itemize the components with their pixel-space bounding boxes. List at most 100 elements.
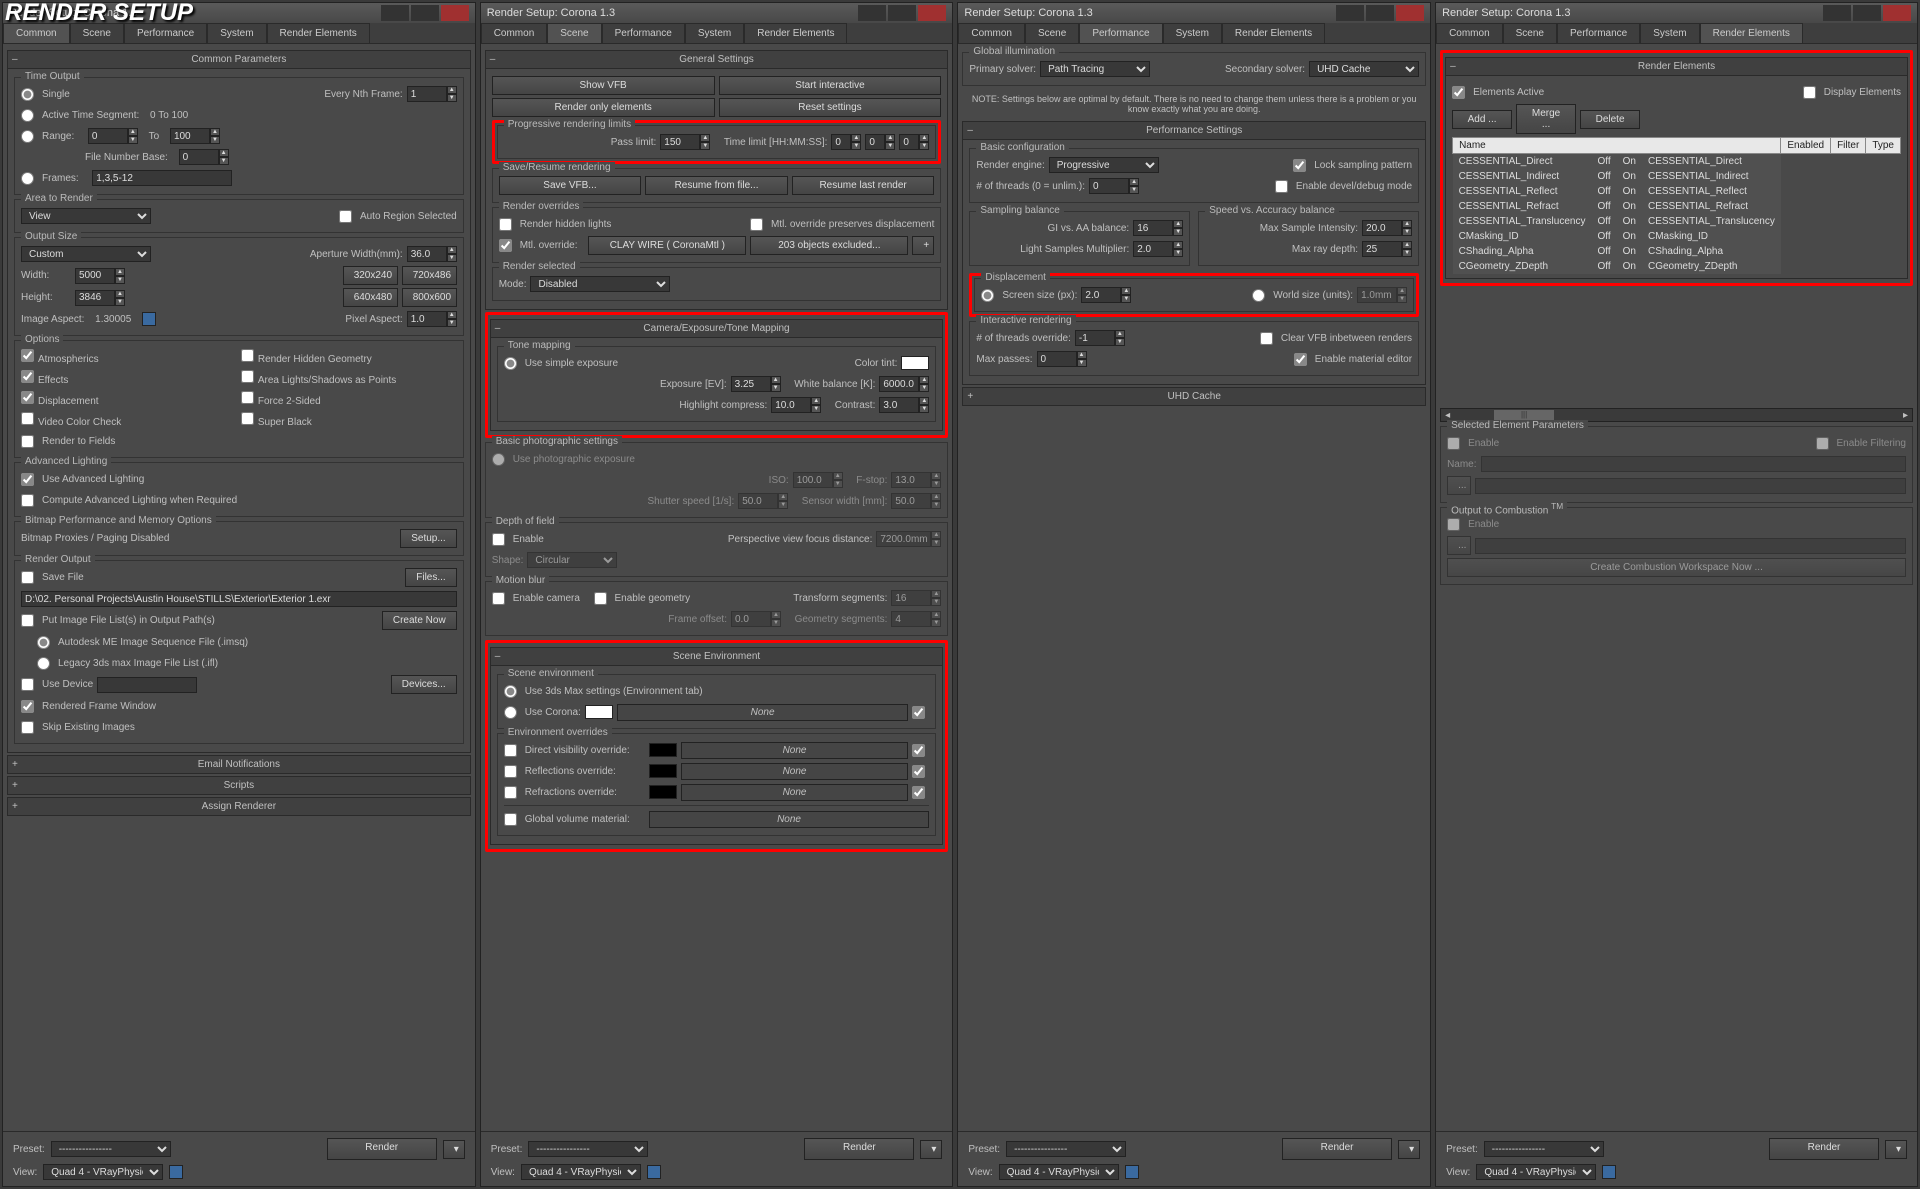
perspective-focus-spinner[interactable]: ▲▼ xyxy=(876,531,941,547)
use-max-env-radio[interactable] xyxy=(504,685,517,698)
auto-region-checkbox[interactable] xyxy=(339,210,352,223)
preset-select[interactable]: ---------------- xyxy=(1006,1141,1126,1157)
maximize-icon[interactable] xyxy=(411,5,439,21)
view-select[interactable]: Quad 4 - VRayPhysic xyxy=(1476,1164,1596,1180)
highlight-compress-spinner[interactable]: ▲▼ xyxy=(771,397,821,413)
files-button[interactable]: Files... xyxy=(405,568,456,587)
close-icon[interactable] xyxy=(1396,5,1424,21)
preset-640x480[interactable]: 640x480 xyxy=(343,288,398,307)
tab-common[interactable]: Common xyxy=(3,23,70,43)
direct-override-checkbox[interactable] xyxy=(504,744,517,757)
merge-button[interactable]: Merge ... xyxy=(1516,104,1576,134)
tab-scene[interactable]: Scene xyxy=(1025,23,1079,43)
direct-map[interactable]: None xyxy=(681,742,909,759)
maximize-icon[interactable] xyxy=(1366,5,1394,21)
elements-active-checkbox[interactable] xyxy=(1452,86,1465,99)
camera-exposure-header[interactable]: –Camera/Exposure/Tone Mapping xyxy=(490,319,944,338)
radio-legacy-ifl[interactable] xyxy=(37,657,50,670)
reflect-map-enable[interactable] xyxy=(912,765,925,778)
sensor-spinner[interactable]: ▲▼ xyxy=(891,493,941,509)
resume-from-file-button[interactable]: Resume from file... xyxy=(645,176,788,195)
corona-env-enable[interactable] xyxy=(912,706,925,719)
combustion-path-input[interactable] xyxy=(1475,538,1906,554)
lock-icon[interactable] xyxy=(1125,1165,1139,1179)
lock-icon[interactable] xyxy=(647,1165,661,1179)
render-elements-header[interactable]: –Render Elements xyxy=(1445,57,1908,76)
table-row[interactable]: CESSENTIAL_TranslucencyOffOnCESSENTIAL_T… xyxy=(1453,214,1781,229)
mblur-geometry-checkbox[interactable] xyxy=(594,592,607,605)
create-now-button[interactable]: Create Now xyxy=(382,611,457,630)
resume-last-button[interactable]: Resume last render xyxy=(792,176,935,195)
render-dropdown-icon[interactable]: ▾ xyxy=(1885,1140,1907,1159)
render-button[interactable]: Render xyxy=(1282,1138,1392,1160)
elements-table[interactable]: Name Enabled Filter Type CESSENTIAL_Dire… xyxy=(1452,137,1901,274)
uhd-cache-rollout[interactable]: +UHD Cache xyxy=(962,387,1426,406)
time-h-spinner[interactable]: ▲▼ xyxy=(831,134,861,150)
area-mode-select[interactable]: View xyxy=(21,208,151,224)
tab-performance[interactable]: Performance xyxy=(602,23,685,43)
use-advanced-lighting-checkbox[interactable] xyxy=(21,473,34,486)
global-volume-map[interactable]: None xyxy=(649,811,930,828)
table-row[interactable]: CESSENTIAL_ReflectOffOnCESSENTIAL_Reflec… xyxy=(1453,184,1781,199)
delete-button[interactable]: Delete xyxy=(1580,110,1640,129)
tab-performance[interactable]: Performance xyxy=(1557,23,1640,43)
devices-button[interactable]: Devices... xyxy=(391,675,457,694)
preserve-displacement-checkbox[interactable] xyxy=(750,218,763,231)
tab-scene[interactable]: Scene xyxy=(547,23,601,43)
atmospherics-checkbox[interactable] xyxy=(21,349,34,362)
force-2sided-checkbox[interactable] xyxy=(241,391,254,404)
general-settings-header[interactable]: –General Settings xyxy=(485,50,949,69)
time-m-spinner[interactable]: ▲▼ xyxy=(865,134,895,150)
bitmap-setup-button[interactable]: Setup... xyxy=(400,529,456,548)
col-filter[interactable]: Filter xyxy=(1831,138,1866,154)
add-button[interactable]: Add ... xyxy=(1452,110,1512,129)
put-image-list-checkbox[interactable] xyxy=(21,614,34,627)
max-sample-spinner[interactable]: ▲▼ xyxy=(1362,220,1412,236)
direct-swatch[interactable] xyxy=(649,743,677,757)
tab-system[interactable]: System xyxy=(685,23,744,43)
use-photographic-radio[interactable] xyxy=(492,453,505,466)
iso-spinner[interactable]: ▲▼ xyxy=(793,472,843,488)
output-size-select[interactable]: Custom xyxy=(21,246,151,262)
screen-size-radio[interactable] xyxy=(981,289,994,302)
close-icon[interactable] xyxy=(441,5,469,21)
preset-select[interactable]: ---------------- xyxy=(1484,1141,1604,1157)
render-engine-select[interactable]: Progressive xyxy=(1049,157,1159,173)
transform-segments-spinner[interactable]: ▲▼ xyxy=(891,590,941,606)
browse-output-button[interactable]: ... xyxy=(1447,476,1471,495)
lock-icon[interactable] xyxy=(1602,1165,1616,1179)
radio-frames[interactable] xyxy=(21,172,34,185)
pass-limit-spinner[interactable]: ▲▼ xyxy=(660,134,710,150)
create-combustion-workspace-button[interactable]: Create Combustion Workspace Now ... xyxy=(1447,558,1906,577)
save-vfb-button[interactable]: Save VFB... xyxy=(499,176,642,195)
mtl-override-slot[interactable]: CLAY WIRE ( CoronaMtl ) xyxy=(588,236,746,255)
tab-render-elements[interactable]: Render Elements xyxy=(1700,23,1803,43)
radio-single[interactable] xyxy=(21,88,34,101)
gi-aa-spinner[interactable]: ▲▼ xyxy=(1133,220,1183,236)
refract-map-enable[interactable] xyxy=(912,786,925,799)
preset-select[interactable]: ---------------- xyxy=(51,1141,171,1157)
lock-icon[interactable] xyxy=(169,1165,183,1179)
lock-icon[interactable] xyxy=(142,312,156,326)
enable-filtering-checkbox[interactable] xyxy=(1816,437,1829,450)
view-select[interactable]: Quad 4 - VRayPhysic xyxy=(999,1164,1119,1180)
table-row[interactable]: CShading_AlphaOffOnCShading_Alpha xyxy=(1453,244,1781,259)
combustion-enable-checkbox[interactable] xyxy=(1447,518,1460,531)
scripts-rollout[interactable]: +Scripts xyxy=(7,776,471,795)
tab-scene[interactable]: Scene xyxy=(1503,23,1557,43)
element-name-input[interactable] xyxy=(1481,456,1906,472)
use-device-checkbox[interactable] xyxy=(21,678,34,691)
minimize-icon[interactable] xyxy=(381,5,409,21)
close-icon[interactable] xyxy=(1883,5,1911,21)
primary-solver-select[interactable]: Path Tracing xyxy=(1040,61,1150,77)
plus-icon[interactable]: + xyxy=(912,236,934,255)
preset-720x486[interactable]: 720x486 xyxy=(402,266,457,285)
enable-material-editor-checkbox[interactable] xyxy=(1294,353,1307,366)
height-spinner[interactable]: ▲▼ xyxy=(75,290,125,306)
secondary-solver-select[interactable]: UHD Cache xyxy=(1309,61,1419,77)
dof-enable-checkbox[interactable] xyxy=(492,533,505,546)
common-parameters-header[interactable]: –Common Parameters xyxy=(7,50,471,69)
email-rollout[interactable]: +Email Notifications xyxy=(7,755,471,774)
clear-vfb-checkbox[interactable] xyxy=(1260,332,1273,345)
assign-renderer-rollout[interactable]: +Assign Renderer xyxy=(7,797,471,816)
